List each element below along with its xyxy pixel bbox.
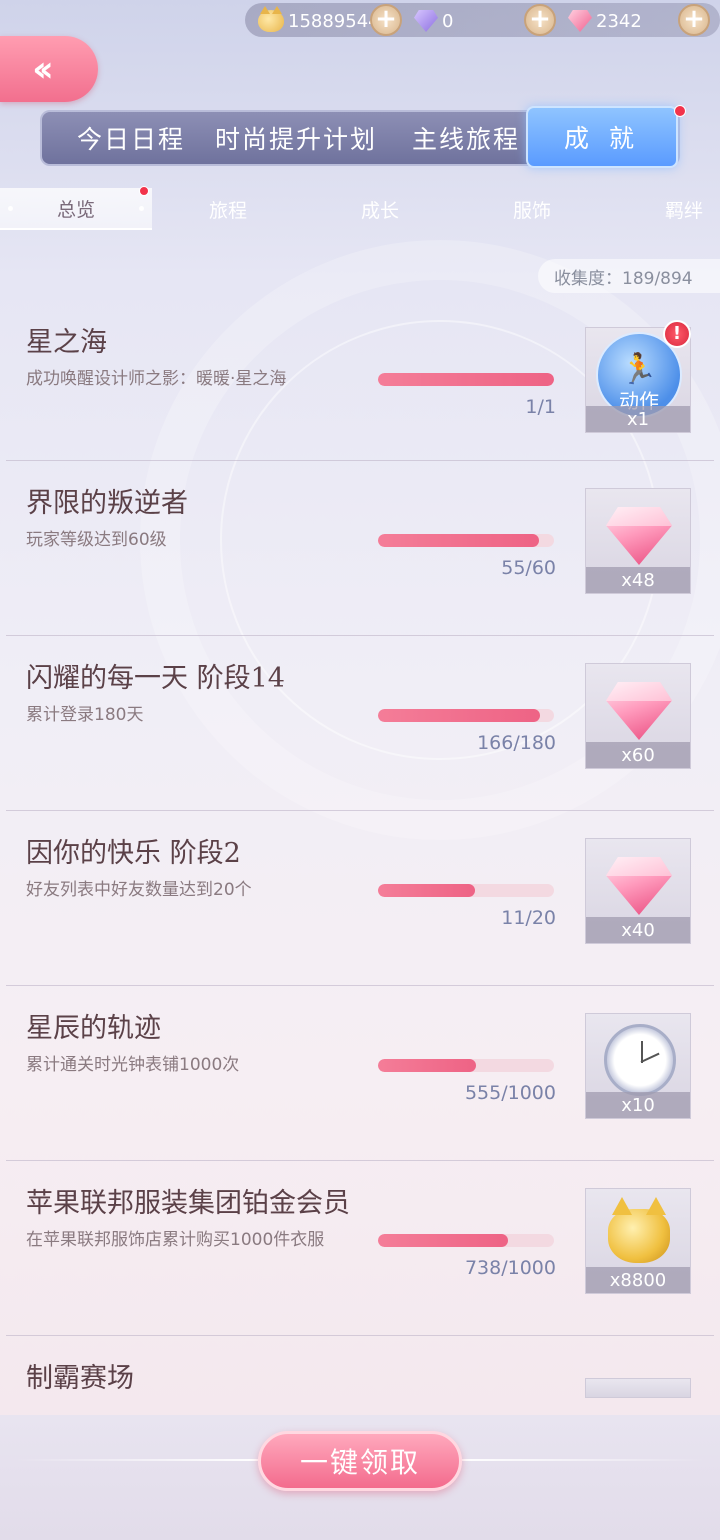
cat-coin-icon: [608, 1197, 670, 1263]
clock-icon: [604, 1024, 676, 1096]
progress-text: 1/1: [525, 396, 556, 418]
progress-bar: [378, 534, 554, 547]
dancing-figures-icon: 🏃: [620, 352, 658, 387]
achievement-description: 在苹果联邦服饰店累计购买1000件衣服: [26, 1230, 325, 1250]
subtab-bonds[interactable]: 羁绊: [608, 188, 720, 230]
subtab-journey[interactable]: 旅程: [152, 188, 304, 230]
main-tab-bar: 今日日程 时尚提升计划 主线旅程 成 就: [40, 106, 680, 168]
reward-item[interactable]: x8800: [585, 1188, 691, 1294]
back-button[interactable]: ‹‹: [0, 36, 98, 102]
diamond-icon: [606, 857, 672, 915]
add-crystals-button[interactable]: +: [524, 4, 556, 36]
progress-text: 55/60: [501, 557, 556, 579]
diamond-icon: [606, 507, 672, 565]
progress-bar: [378, 373, 554, 386]
reward-count: x60: [586, 742, 690, 768]
reward-count: x48: [586, 567, 690, 593]
collection-progress: 收集度：189/894: [538, 259, 720, 293]
progress-text: 11/20: [501, 907, 556, 929]
reward-item[interactable]: [585, 1378, 691, 1398]
notification-dot: [674, 105, 686, 117]
diamond-value: 2342: [596, 10, 642, 32]
reward-item[interactable]: x40: [585, 838, 691, 944]
progress-bar: [378, 1059, 554, 1072]
progress-bar: [378, 884, 554, 897]
achievement-description: 成功唤醒设计师之影：暖暖·星之海: [26, 369, 287, 389]
add-diamonds-button[interactable]: +: [678, 4, 710, 36]
reward-item[interactable]: x60: [585, 663, 691, 769]
achievement-description: 好友列表中好友数量达到20个: [26, 880, 252, 900]
achievement-title: 星之海: [26, 327, 107, 358]
reward-count: x8800: [586, 1267, 690, 1293]
diamond-counter: 2342: [568, 6, 642, 36]
reward-count: x10: [586, 1092, 690, 1118]
achievement-title: 苹果联邦服装集团铂金会员: [26, 1188, 350, 1219]
achievement-description: 累计登录180天: [26, 705, 144, 725]
double-chevron-left-icon: ‹‹: [32, 48, 53, 90]
notification-dot: [139, 186, 149, 196]
progress-bar: [378, 1234, 554, 1247]
coin-counter: 15889544: [258, 6, 380, 36]
reward-item[interactable]: x10: [585, 1013, 691, 1119]
add-coins-button[interactable]: +: [370, 4, 402, 36]
subtab-growth[interactable]: 成长: [304, 188, 456, 230]
achievement-row: 因你的快乐 阶段2 好友列表中好友数量达到20个 11/20 x40: [6, 811, 714, 986]
crystal-value: 0: [442, 10, 454, 32]
achievement-description: 玩家等级达到60级: [26, 530, 167, 550]
cat-coin-icon: [258, 6, 284, 32]
crystal-icon: [414, 10, 438, 32]
tab-achievements[interactable]: 成 就: [526, 106, 678, 168]
achievement-row: 星之海 成功唤醒设计师之影：暖暖·星之海 1/1 🏃 动作 x1 !: [6, 300, 714, 461]
subtab-overview[interactable]: 总览: [0, 188, 152, 230]
claimable-alert-icon: !: [663, 320, 691, 348]
progress-text: 166/180: [477, 732, 556, 754]
reward-count: x1: [586, 406, 690, 432]
achievement-list: 星之海 成功唤醒设计师之影：暖暖·星之海 1/1 🏃 动作 x1 ! 界限的叛逆…: [0, 300, 720, 1456]
tab-fashion-plan[interactable]: 时尚提升计划: [206, 110, 386, 166]
progress-bar: [378, 709, 554, 722]
tab-main-journey[interactable]: 主线旅程: [386, 110, 546, 166]
diamond-icon: [568, 10, 592, 32]
progress-text: 555/1000: [464, 1082, 556, 1104]
divider: [14, 1459, 260, 1461]
reward-item[interactable]: x48: [585, 488, 691, 594]
achievement-title: 制霸赛场: [26, 1363, 134, 1394]
claim-all-button[interactable]: 一键领取: [258, 1431, 462, 1491]
crystal-counter: 0: [414, 6, 453, 36]
achievement-title: 界限的叛逆者: [26, 488, 188, 519]
diamond-icon: [606, 682, 672, 740]
bottom-bar: 一键领取: [0, 1415, 720, 1540]
achievement-description: 累计通关时光钟表铺1000次: [26, 1055, 240, 1075]
tab-daily-schedule[interactable]: 今日日程: [56, 110, 206, 166]
achievement-row: 苹果联邦服装集团铂金会员 在苹果联邦服饰店累计购买1000件衣服 738/100…: [6, 1161, 714, 1336]
progress-text: 738/1000: [464, 1257, 556, 1279]
achievement-title: 星辰的轨迹: [26, 1013, 161, 1044]
achievement-title: 闪耀的每一天 阶段14: [26, 663, 285, 694]
achievement-row: 闪耀的每一天 阶段14 累计登录180天 166/180 x60: [6, 636, 714, 811]
sub-tab-bar: 总览 旅程 成长 服饰 羁绊: [0, 188, 720, 230]
subtab-apparel[interactable]: 服饰: [456, 188, 608, 230]
achievement-title: 因你的快乐 阶段2: [26, 838, 241, 869]
coin-value: 15889544: [288, 10, 380, 32]
achievement-row: 星辰的轨迹 累计通关时光钟表铺1000次 555/1000 x10: [6, 986, 714, 1161]
achievement-row: 界限的叛逆者 玩家等级达到60级 55/60 x48: [6, 461, 714, 636]
divider: [460, 1459, 706, 1461]
reward-count: x40: [586, 917, 690, 943]
